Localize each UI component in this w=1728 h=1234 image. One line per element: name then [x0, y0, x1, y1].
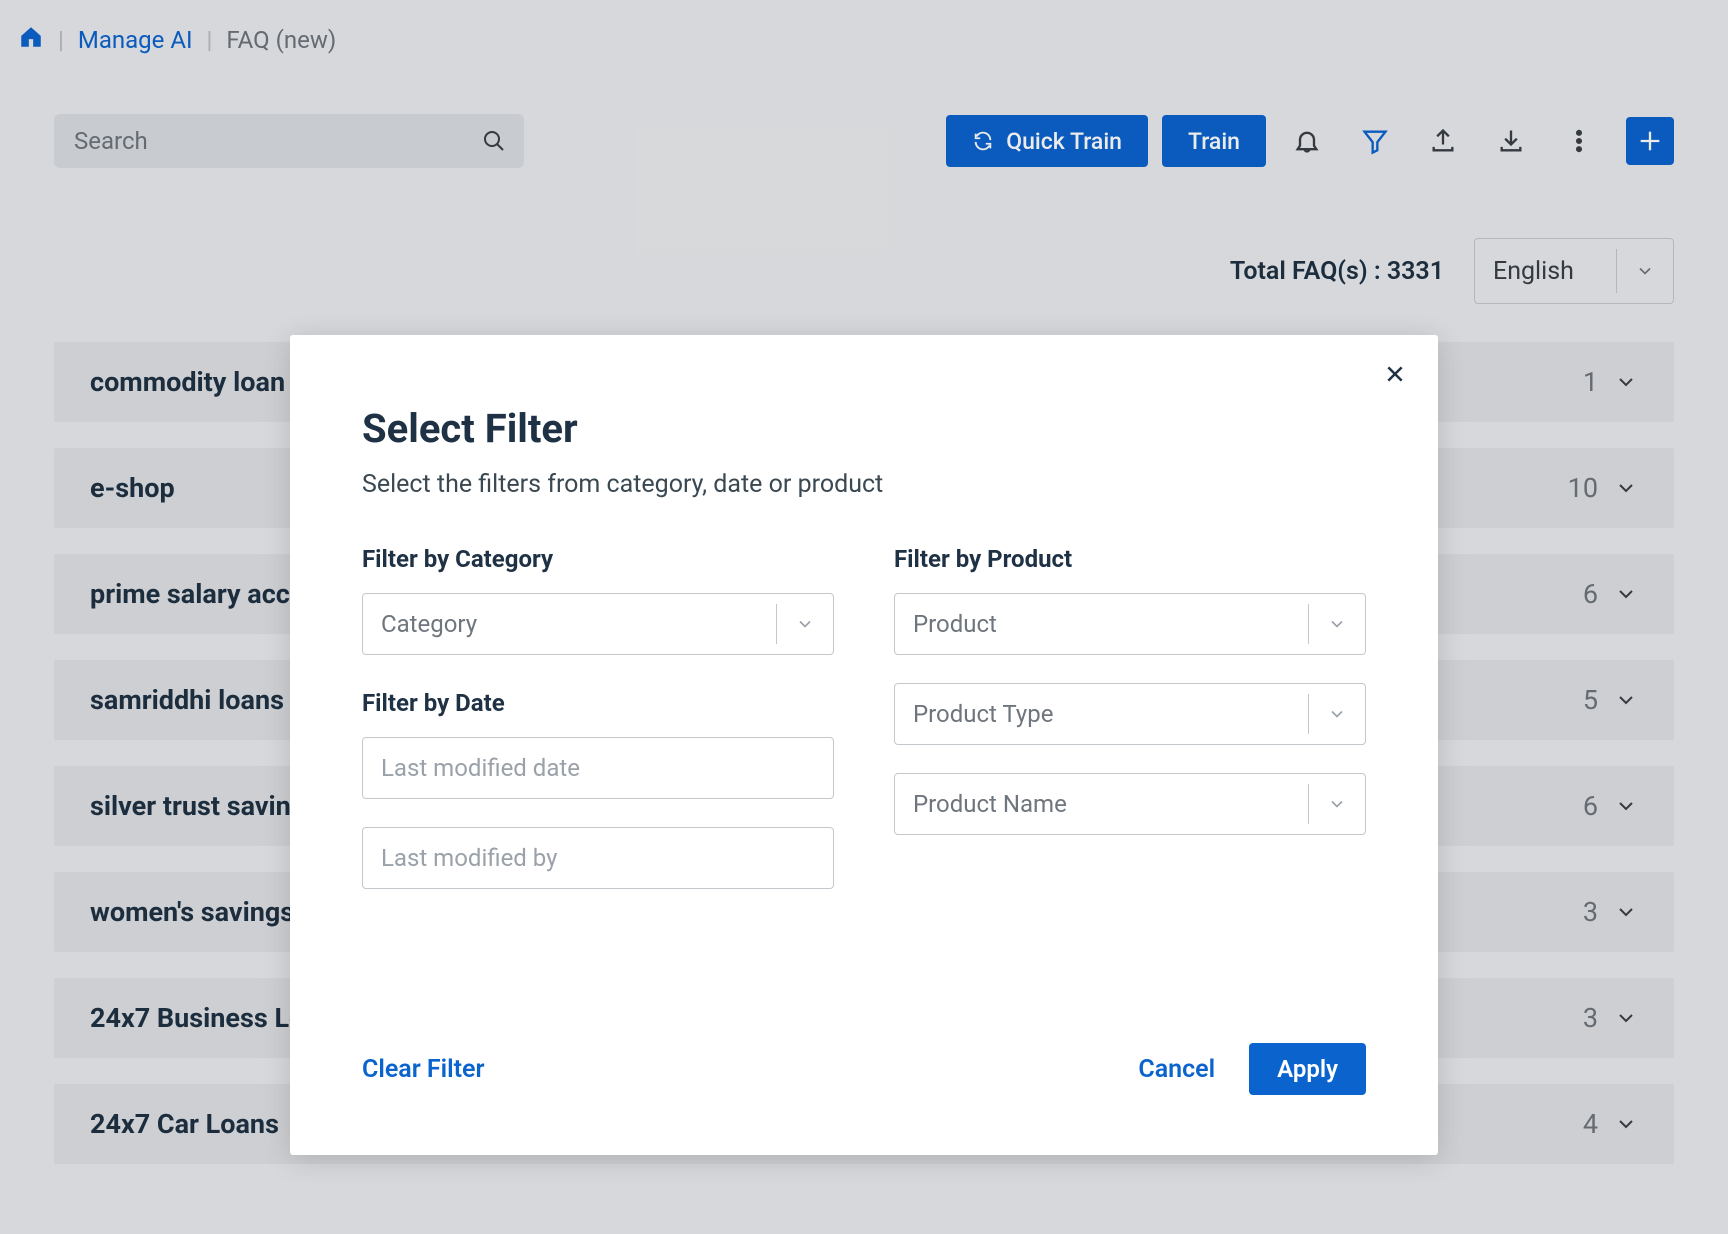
category-select[interactable]: Category	[362, 593, 834, 655]
modal-title: Select Filter	[362, 405, 1366, 452]
chevron-down-icon	[1327, 614, 1347, 634]
product-name-select[interactable]: Product Name	[894, 773, 1366, 835]
filter-date-label: Filter by Date	[362, 689, 834, 717]
chevron-down-icon	[795, 614, 815, 634]
modal-subtitle: Select the filters from category, date o…	[362, 470, 1366, 499]
product-name-placeholder: Product Name	[913, 790, 1067, 818]
modal-close-button[interactable]	[1380, 359, 1410, 389]
modal-footer: Clear Filter Cancel Apply	[362, 1043, 1366, 1095]
clear-filter-button[interactable]: Clear Filter	[362, 1055, 485, 1084]
product-placeholder: Product	[913, 610, 997, 638]
category-placeholder: Category	[381, 610, 477, 638]
chevron-down-icon	[1327, 794, 1347, 814]
cancel-button[interactable]: Cancel	[1138, 1055, 1215, 1084]
chevron-down-icon	[1327, 704, 1347, 724]
product-type-placeholder: Product Type	[913, 700, 1053, 728]
last-modified-by-field[interactable]	[381, 828, 815, 888]
filter-modal: Select Filter Select the filters from ca…	[290, 335, 1438, 1155]
product-select[interactable]: Product	[894, 593, 1366, 655]
filter-product-label: Filter by Product	[894, 545, 1366, 573]
last-modified-date-field[interactable]	[381, 738, 815, 798]
last-modified-by-input[interactable]	[362, 827, 834, 889]
close-icon	[1385, 364, 1405, 384]
filter-category-label: Filter by Category	[362, 545, 834, 573]
product-type-select[interactable]: Product Type	[894, 683, 1366, 745]
last-modified-date-input[interactable]	[362, 737, 834, 799]
apply-button[interactable]: Apply	[1249, 1043, 1366, 1095]
